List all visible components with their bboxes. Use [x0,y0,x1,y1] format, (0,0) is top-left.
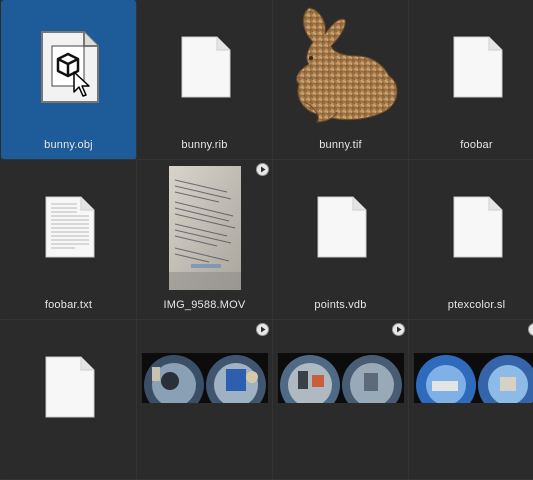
file-name: bunny.rib [181,139,228,151]
file-name: bunny.tif [319,139,362,151]
play-icon[interactable] [256,163,269,176]
play-icon[interactable] [256,323,269,336]
file-tile-bunny-rib[interactable]: bunny.rib [137,0,273,160]
file-name: IMG_9588.MOV [163,299,246,311]
file-name: points.vdb [314,299,367,311]
fisheye-thumbnail [278,353,404,403]
blank-document-icon [453,196,503,258]
file-tile-points-vdb[interactable]: points.vdb [273,160,409,320]
fisheye-thumbnail [414,353,533,403]
text-document-icon [45,196,95,258]
blank-document-icon [45,356,95,418]
blank-document-icon [317,196,367,258]
file-tile-ptexcolor-sl[interactable]: ptexcolor.sl [409,160,533,320]
blank-document-icon [181,36,231,98]
file-tile-foobar-txt[interactable]: foobar.txt [1,160,137,320]
play-icon[interactable] [392,323,405,336]
file-name: bunny.obj [44,139,93,151]
file-tile-foobar[interactable]: foobar [409,0,533,160]
file-grid: bunny.obj bunny.rib bunny.tif foobar foo… [0,0,533,480]
bunny-image-thumbnail [296,7,398,123]
file-tile-bunny-tif[interactable]: bunny.tif [273,0,409,160]
file-tile-img-9588-mov[interactable]: IMG_9588.MOV [137,160,273,320]
file-tile-fisheye-video-1[interactable] [137,320,273,480]
file-name: foobar.txt [44,299,93,311]
fisheye-thumbnail [142,353,268,403]
video-thumbnail [169,166,241,290]
file-tile-fisheye-video-3[interactable] [409,320,533,480]
file-name: foobar [460,139,493,151]
obj-file-icon [41,31,99,103]
file-tile-document[interactable] [1,320,137,480]
blank-document-icon [453,36,503,98]
play-icon[interactable] [528,323,533,336]
file-name: ptexcolor.sl [447,299,506,311]
file-tile-bunny-obj[interactable]: bunny.obj [1,0,137,160]
file-tile-fisheye-video-2[interactable] [273,320,409,480]
